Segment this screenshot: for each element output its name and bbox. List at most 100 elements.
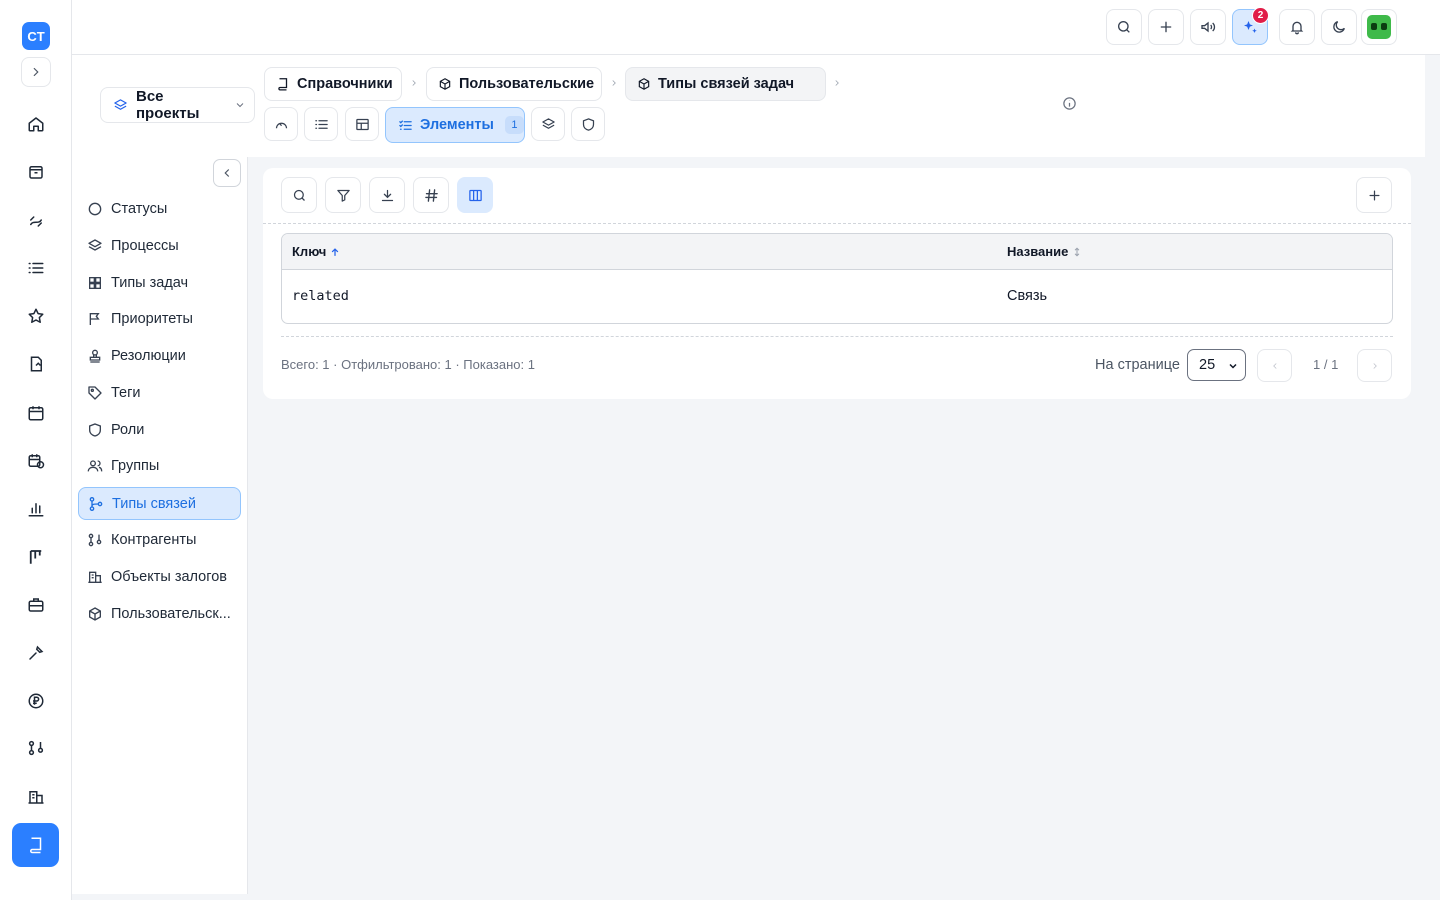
elements-table: Ключ Название related Связь	[281, 233, 1393, 324]
theme-toggle-button[interactable]	[1321, 9, 1357, 45]
ruble-icon[interactable]	[22, 687, 50, 715]
calendar-icon[interactable]	[22, 399, 50, 427]
list-icon[interactable]	[22, 254, 50, 282]
sidebar-item-label: Резолюции	[111, 347, 186, 364]
sidebar-item-label: Процессы	[111, 237, 179, 254]
briefcase-icon[interactable]	[22, 591, 50, 619]
add-element-button[interactable]	[1356, 177, 1392, 213]
box-icon	[637, 77, 651, 91]
breadcrumb-label: Типы связей задач	[658, 76, 795, 92]
divider	[281, 336, 1393, 337]
archive-icon[interactable]	[22, 158, 50, 186]
dashboard-tab[interactable]	[264, 107, 298, 141]
ai-button[interactable]: 2	[1232, 7, 1269, 45]
search-button[interactable]	[281, 177, 317, 213]
sidebar-item-counterparties[interactable]: Контрагенты	[78, 523, 241, 556]
chart-icon[interactable]	[22, 495, 50, 523]
project-select[interactable]: Все проекты	[100, 87, 255, 123]
sidebar-item-statuses[interactable]: Статусы	[78, 192, 241, 225]
per-page-label: На странице	[1095, 357, 1180, 373]
sidebar-item-label: Роли	[111, 421, 145, 438]
download-button[interactable]	[369, 177, 405, 213]
star-icon[interactable]	[22, 302, 50, 330]
moon-icon	[1331, 19, 1347, 35]
route-icon[interactable]	[22, 206, 50, 234]
layers-icon	[87, 238, 103, 254]
create-button[interactable]	[1148, 9, 1184, 45]
plus-icon	[1367, 188, 1382, 203]
network-icon[interactable]	[22, 734, 50, 762]
announcements-button[interactable]	[1190, 9, 1226, 45]
building-icon	[87, 569, 103, 585]
expand-rail-button[interactable]	[21, 57, 51, 87]
home-icon[interactable]	[22, 110, 50, 138]
sidebar-item-tags[interactable]: Теги	[78, 376, 241, 409]
left-rail: CT	[0, 0, 72, 900]
column-header-label: Название	[1007, 244, 1069, 259]
table-icon	[355, 117, 370, 132]
cell-name: Связь	[1007, 288, 1048, 304]
info-icon[interactable]	[1062, 96, 1077, 111]
filter-button[interactable]	[325, 177, 361, 213]
tag-icon	[87, 385, 103, 401]
notifications-button[interactable]	[1279, 9, 1315, 45]
search-icon	[1116, 19, 1132, 35]
box-icon	[87, 606, 103, 622]
git-branch-icon	[88, 496, 104, 512]
divider	[263, 223, 1411, 224]
sidebar-item-custom[interactable]: Пользовательск...	[78, 597, 241, 630]
book-icon	[27, 836, 45, 854]
list-checks-icon	[398, 118, 413, 133]
sidebar-item-collateral-objects[interactable]: Объекты залогов	[78, 560, 241, 593]
kanban-icon[interactable]	[22, 543, 50, 571]
document-icon[interactable]	[22, 350, 50, 378]
prev-page-button[interactable]	[1257, 349, 1292, 382]
sidebar-item-processes[interactable]: Процессы	[78, 229, 241, 262]
list-tab[interactable]	[304, 107, 338, 141]
breadcrumb-current[interactable]: Типы связей задач	[625, 67, 826, 101]
calendar-clock-icon[interactable]	[22, 447, 50, 475]
layers-tab[interactable]	[531, 107, 565, 141]
table-row[interactable]: related Связь	[282, 270, 1392, 323]
hash-button[interactable]	[413, 177, 449, 213]
breadcrumb-directories[interactable]: Справочники	[264, 67, 402, 101]
collapse-sidebar-button[interactable]	[213, 159, 241, 187]
next-page-button[interactable]	[1357, 349, 1392, 382]
per-page-select[interactable]: 25	[1187, 349, 1246, 381]
tab-count-badge: 1	[504, 116, 524, 134]
app-logo[interactable]: CT	[22, 22, 50, 50]
layers-icon	[113, 98, 128, 113]
tab-elements-label: Элементы	[420, 117, 494, 133]
page-info: 1 / 1	[1313, 357, 1339, 372]
bell-icon	[1289, 19, 1305, 35]
tab-elements[interactable]: Элементы 1	[385, 107, 525, 143]
sidebar-item-task-types[interactable]: Типы задач	[78, 266, 241, 299]
sidebar-item-label: Группы	[111, 457, 160, 474]
sidebar-item-groups[interactable]: Группы	[78, 449, 241, 482]
sidebar-item-roles[interactable]: Роли	[78, 413, 241, 446]
directories-sidebar: Статусы Процессы Типы задач Приоритеты Р…	[72, 157, 248, 894]
sidebar-item-link-types[interactable]: Типы связей	[78, 487, 241, 520]
column-header-key[interactable]: Ключ	[292, 244, 340, 259]
columns-button[interactable]	[457, 177, 493, 213]
sidebar-item-label: Приоритеты	[111, 310, 193, 327]
sidebar-item-priorities[interactable]: Приоритеты	[78, 302, 241, 335]
table-tab[interactable]	[345, 107, 379, 141]
page-header: Все проекты Справочники Пользовательские…	[72, 55, 1425, 157]
breadcrumb-custom[interactable]: Пользовательские	[426, 67, 602, 101]
book-button[interactable]	[12, 823, 59, 867]
column-header-name[interactable]: Название	[1007, 244, 1082, 259]
sidebar-item-label: Пользовательск...	[111, 605, 231, 622]
building-icon[interactable]	[22, 783, 50, 811]
users-icon	[87, 458, 103, 474]
wrench-icon[interactable]	[22, 639, 50, 667]
list-icon	[314, 117, 329, 132]
chevron-right-icon	[29, 65, 43, 79]
sidebar-item-label: Статусы	[111, 200, 168, 217]
sidebar-item-resolutions[interactable]: Резолюции	[78, 339, 241, 372]
sidebar-item-label: Типы связей	[112, 495, 196, 512]
sort-icon	[1072, 246, 1082, 258]
permissions-tab[interactable]	[571, 107, 605, 141]
search-button[interactable]	[1106, 9, 1142, 45]
user-avatar-button[interactable]	[1361, 9, 1397, 45]
